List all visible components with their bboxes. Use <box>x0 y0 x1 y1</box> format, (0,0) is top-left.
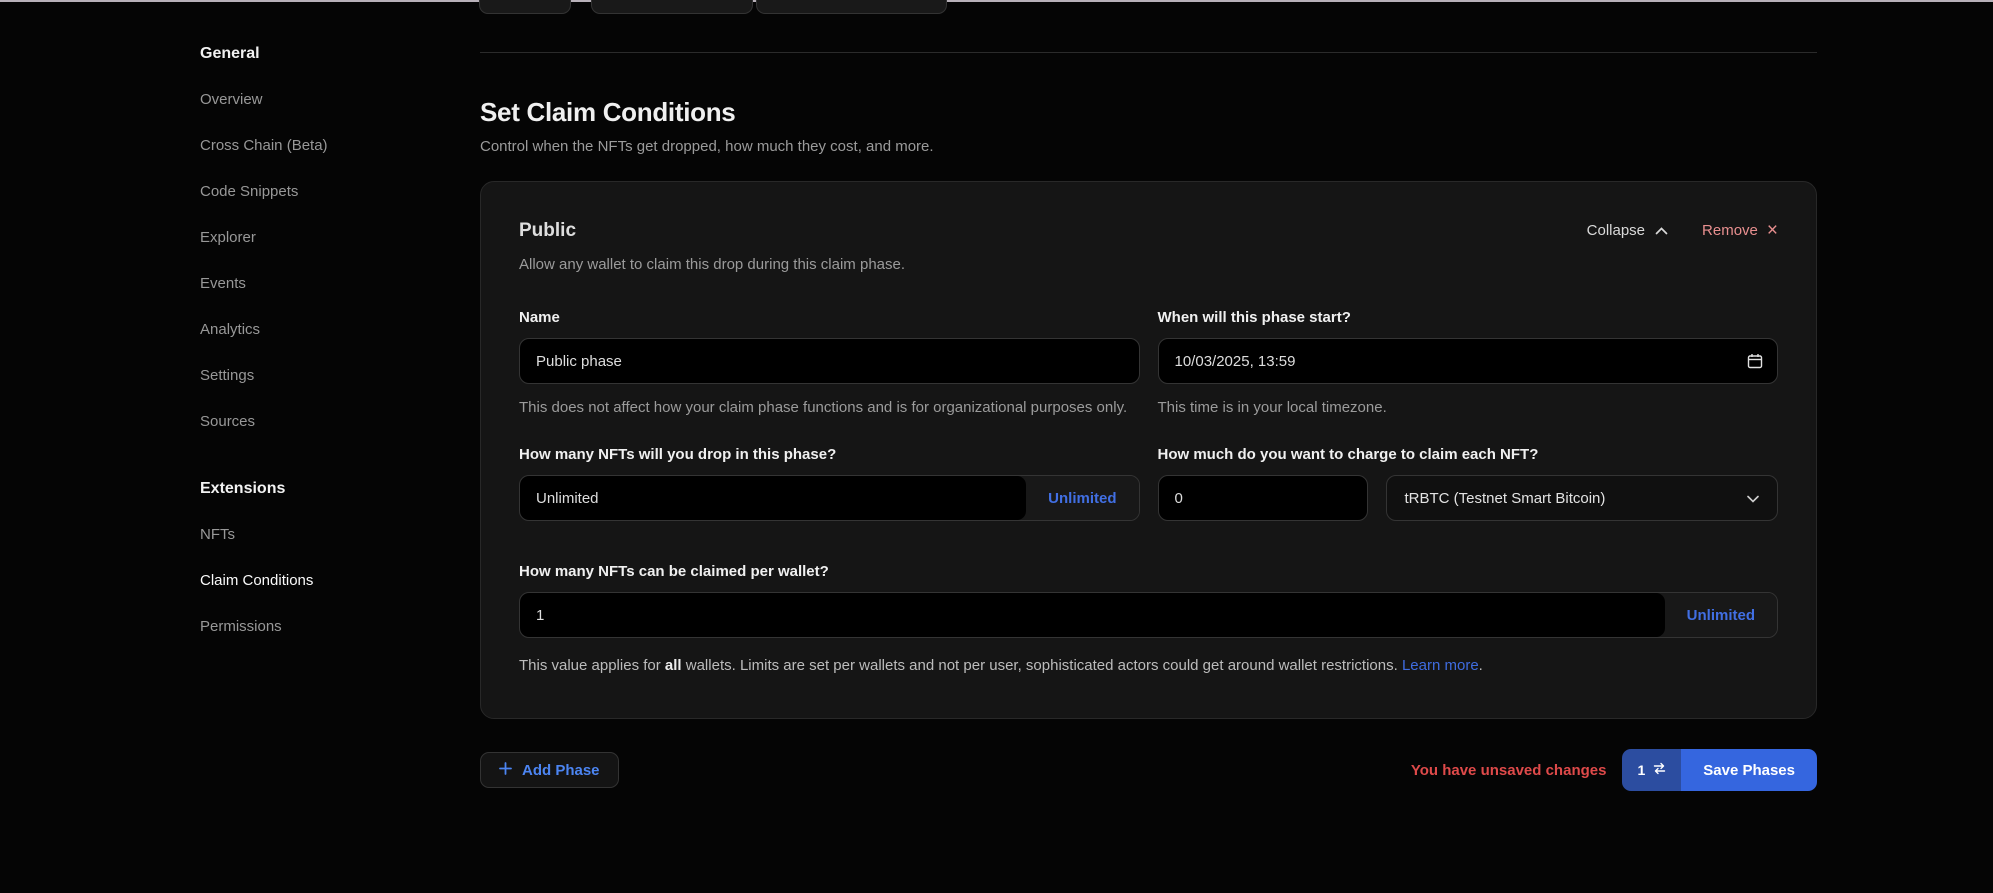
supply-input[interactable] <box>520 476 1026 520</box>
sidebar-item-cross-chain[interactable]: Cross Chain (Beta) <box>200 137 430 155</box>
add-phase-label: Add Phase <box>522 762 600 779</box>
start-time-helper: This time is in your local timezone. <box>1158 396 1779 420</box>
sidebar-item-code-snippets[interactable]: Code Snippets <box>200 183 430 201</box>
pending-changes-badge[interactable]: 1 <box>1622 749 1681 791</box>
supply-field-group: How many NFTs will you drop in this phas… <box>519 446 1140 521</box>
sidebar-section-general: General Overview Cross Chain (Beta) Code… <box>200 44 430 431</box>
footnote-text: This value applies for <box>519 657 665 674</box>
per-wallet-unlimited-button[interactable]: Unlimited <box>1665 593 1777 637</box>
start-time-input[interactable] <box>1158 338 1779 384</box>
page-subtitle: Control when the NFTs get dropped, how m… <box>480 138 1817 155</box>
sidebar-item-explorer[interactable]: Explorer <box>200 229 430 247</box>
per-wallet-input[interactable] <box>520 593 1665 637</box>
sidebar-item-events[interactable]: Events <box>200 275 430 293</box>
page-title: Set Claim Conditions <box>480 97 1817 128</box>
phase-description: Allow any wallet to claim this drop duri… <box>519 256 905 273</box>
sidebar-section-extensions: Extensions NFTs Claim Conditions Permiss… <box>200 479 430 636</box>
swap-arrows-icon <box>1653 762 1666 778</box>
close-icon: × <box>1767 224 1778 238</box>
collapse-label: Collapse <box>1587 222 1645 239</box>
learn-more-link[interactable]: Learn more <box>1402 657 1479 674</box>
add-phase-button[interactable]: Add Phase <box>480 752 619 788</box>
save-phases-label: Save Phases <box>1703 762 1795 779</box>
claim-phase-card: Public Allow any wallet to claim this dr… <box>480 181 1817 719</box>
pending-count: 1 <box>1637 762 1645 778</box>
per-wallet-label: How many NFTs can be claimed per wallet? <box>519 563 1778 580</box>
name-field-label: Name <box>519 309 1140 326</box>
supply-unlimited-button[interactable]: Unlimited <box>1026 476 1138 520</box>
unsaved-changes-text: You have unsaved changes <box>1411 762 1607 779</box>
start-time-label: When will this phase start? <box>1158 309 1779 326</box>
contract-sidebar: General Overview Cross Chain (Beta) Code… <box>200 44 430 664</box>
footnote-text: wallets. Limits are set per wallets and … <box>682 657 1402 674</box>
phase-title: Public <box>519 220 905 242</box>
plus-icon <box>499 762 512 779</box>
save-phases-button[interactable]: Save Phases <box>1681 749 1817 791</box>
supply-label: How many NFTs will you drop in this phas… <box>519 446 1140 463</box>
phase-name-input[interactable] <box>519 338 1140 384</box>
per-wallet-footnote: This value applies for all wallets. Limi… <box>519 654 1749 678</box>
sidebar-item-overview[interactable]: Overview <box>200 91 430 109</box>
price-input[interactable] <box>1158 475 1368 521</box>
chevron-up-icon <box>1655 222 1668 239</box>
footnote-bold: all <box>665 657 682 674</box>
name-field-helper: This does not affect how your claim phas… <box>519 396 1140 420</box>
price-field-group: How much do you want to charge to claim … <box>1158 446 1779 521</box>
currency-selected-value: tRBTC (Testnet Smart Bitcoin) <box>1405 490 1606 507</box>
remove-label: Remove <box>1702 222 1758 239</box>
chevron-down-icon <box>1747 490 1759 507</box>
start-time-field-group: When will this phase start? This time is… <box>1158 309 1779 420</box>
remove-phase-button[interactable]: Remove × <box>1702 222 1778 239</box>
save-phases-split-button: 1 Save Phases <box>1622 749 1817 791</box>
sidebar-item-settings[interactable]: Settings <box>200 367 430 385</box>
price-label: How much do you want to charge to claim … <box>1158 446 1779 463</box>
sidebar-item-analytics[interactable]: Analytics <box>200 321 430 339</box>
sidebar-item-permissions[interactable]: Permissions <box>200 618 430 636</box>
collapse-button[interactable]: Collapse <box>1587 222 1668 239</box>
sidebar-section-title: Extensions <box>200 479 430 498</box>
sidebar-item-nfts[interactable]: NFTs <box>200 526 430 544</box>
footnote-text: . <box>1479 657 1483 674</box>
section-divider <box>480 52 1817 53</box>
per-wallet-field-group: How many NFTs can be claimed per wallet?… <box>519 563 1778 678</box>
currency-select[interactable]: tRBTC (Testnet Smart Bitcoin) <box>1386 475 1779 521</box>
sidebar-section-title: General <box>200 44 430 63</box>
sidebar-item-sources[interactable]: Sources <box>200 413 430 431</box>
name-field-group: Name This does not affect how your claim… <box>519 309 1140 420</box>
claim-conditions-main: Set Claim Conditions Control when the NF… <box>480 0 1817 791</box>
phases-footer: Add Phase You have unsaved changes 1 Sav… <box>480 749 1817 791</box>
sidebar-item-claim-conditions[interactable]: Claim Conditions <box>200 572 430 590</box>
